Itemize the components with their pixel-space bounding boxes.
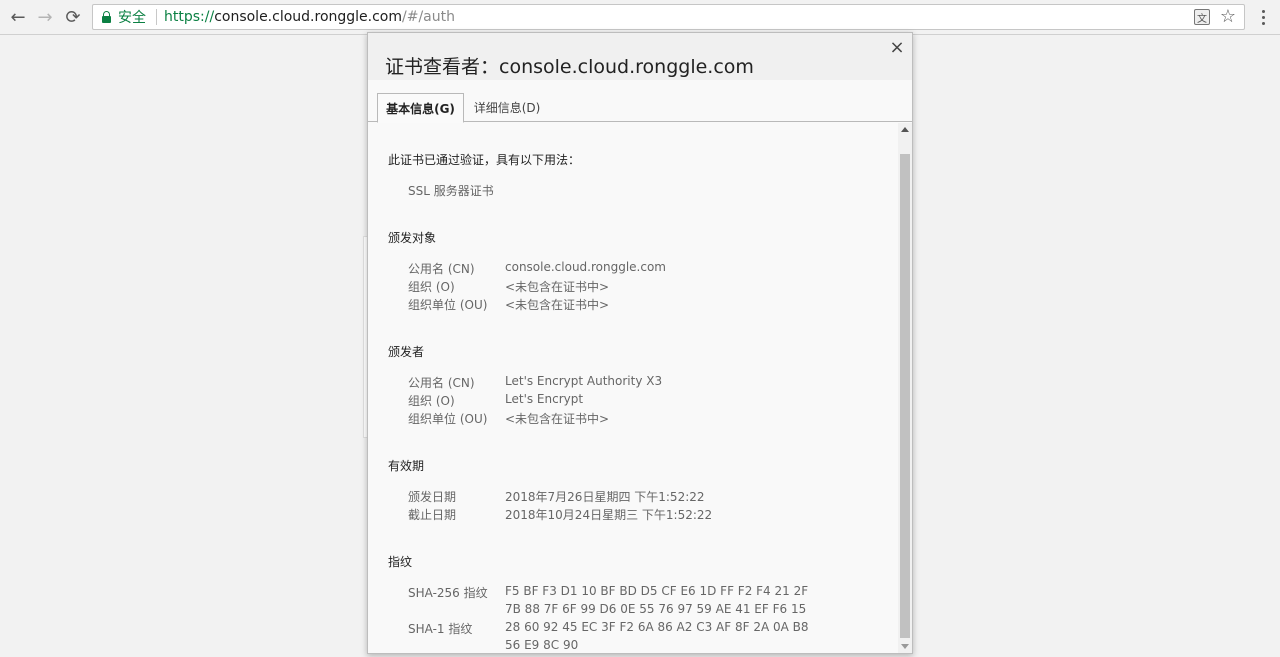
back-button[interactable]: ← (5, 5, 31, 29)
issued-by-heading: 颁发者 (388, 345, 425, 359)
issued-by-ou-label: 组织单位 (OU) (408, 412, 488, 426)
tab-details[interactable]: 详细信息(D) (468, 93, 546, 122)
issued-on-label: 颁发日期 (408, 490, 457, 504)
scroll-up-arrow-icon[interactable] (901, 127, 909, 132)
issued-to-ou-label: 组织单位 (OU) (408, 298, 488, 312)
certificate-general-content: 此证书已通过验证，具有以下用法： SSL 服务器证书 颁发对象 公用名 (CN)… (368, 123, 900, 653)
browser-toolbar: ← → ⟳ 安全 https://console.cloud.ronggle.c… (0, 0, 1280, 35)
forward-arrow-icon: → (37, 6, 53, 28)
translate-icon[interactable]: 文 (1194, 9, 1210, 25)
tab-general[interactable]: 基本信息(G) (377, 93, 464, 123)
url-scheme: https:// (164, 9, 215, 25)
issued-on-value: 2018年7月26日星期四 下午1:52:22 (505, 490, 705, 504)
issued-to-o-value: <未包含在证书中> (505, 280, 610, 294)
reload-icon: ⟳ (65, 6, 81, 28)
address-bar[interactable]: 安全 https://console.cloud.ronggle.com/#/a… (92, 4, 1245, 30)
sha256-value-line2: 7B 88 7F 6F 99 D6 0E 55 76 97 59 AE 41 E… (505, 602, 807, 616)
issued-to-ou-value: <未包含在证书中> (505, 298, 610, 312)
close-button[interactable]: × (888, 39, 906, 57)
sha256-label: SHA-256 指纹 (408, 586, 488, 600)
issued-by-cn-label: 公用名 (CN) (408, 376, 475, 390)
url-path: /#/auth (402, 9, 455, 25)
sha256-value-line1: F5 BF F3 D1 10 BF BD D5 CF E6 1D FF F2 F… (505, 584, 809, 598)
reload-button[interactable]: ⟳ (60, 5, 86, 29)
issued-to-o-label: 组织 (O) (408, 280, 455, 294)
lock-icon[interactable] (102, 11, 111, 23)
sha1-value-line2: 56 E9 8C 90 (505, 638, 579, 652)
dialog-title: 证书查看者：console.cloud.ronggle.com (385, 56, 754, 78)
issued-to-cn-label: 公用名 (CN) (408, 262, 475, 276)
secure-label[interactable]: 安全 (118, 7, 146, 27)
expires-on-value: 2018年10月24日星期三 下午1:52:22 (505, 508, 713, 522)
url-host: console.cloud.ronggle.com (214, 9, 403, 25)
scroll-thumb[interactable] (900, 154, 910, 638)
browser-menu-icon[interactable] (1255, 6, 1271, 28)
url-text[interactable]: https://console.cloud.ronggle.com/#/auth (164, 9, 455, 25)
content-scrollbar[interactable] (898, 123, 912, 653)
issued-by-o-label: 组织 (O) (408, 394, 455, 408)
scroll-down-arrow-icon[interactable] (901, 644, 909, 649)
issued-by-ou-value: <未包含在证书中> (505, 412, 610, 426)
issued-by-cn-value: Let's Encrypt Authority X3 (505, 374, 663, 388)
issued-to-heading: 颁发对象 (388, 231, 437, 245)
issued-to-cn-value: console.cloud.ronggle.com (505, 260, 666, 274)
bookmark-star-icon[interactable]: ☆ (1220, 6, 1236, 27)
validity-heading: 有效期 (388, 459, 425, 473)
dialog-tabs: 基本信息(G) 详细信息(D) (368, 93, 912, 123)
expires-on-label: 截止日期 (408, 508, 457, 522)
back-arrow-icon: ← (10, 6, 26, 28)
issued-by-o-value: Let's Encrypt (505, 392, 584, 406)
verified-heading: 此证书已通过验证，具有以下用法： (388, 153, 581, 167)
sha1-label: SHA-1 指纹 (408, 622, 473, 636)
close-icon: × (889, 37, 905, 58)
address-separator (156, 9, 157, 25)
certificate-viewer-dialog: 证书查看者：console.cloud.ronggle.com × 基本信息(G… (367, 32, 913, 654)
fingerprints-heading: 指纹 (388, 555, 413, 569)
dialog-header: 证书查看者：console.cloud.ronggle.com × (368, 33, 912, 80)
sha1-value-line1: 28 60 92 45 EC 3F F2 6A 86 A2 C3 AF 8F 2… (505, 620, 809, 634)
forward-button[interactable]: → (32, 5, 58, 29)
usage-text: SSL 服务器证书 (408, 184, 494, 198)
